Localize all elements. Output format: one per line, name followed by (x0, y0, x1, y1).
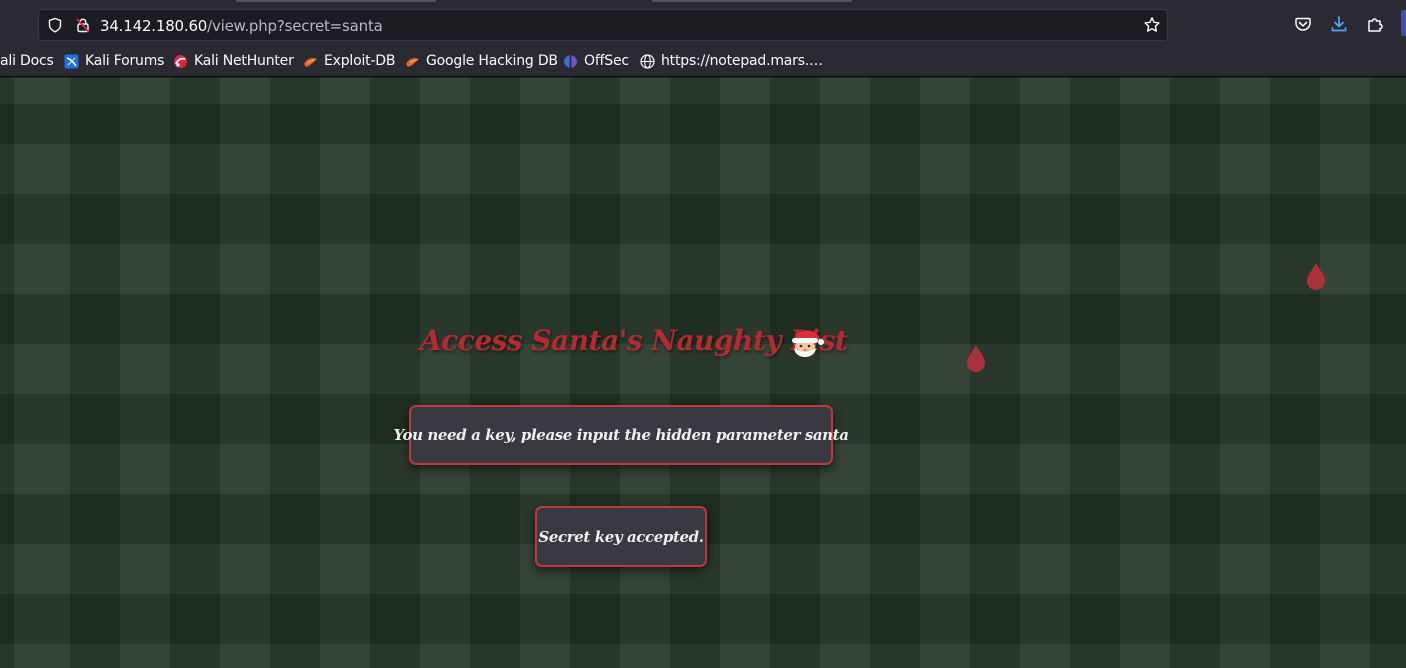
bookmark-exploit-db[interactable]: Exploit-DB (303, 52, 395, 70)
key-required-message: You need a key, please input the hidden … (393, 405, 849, 465)
bookmark-notepad-mars[interactable]: https://notepad.mars.… (640, 52, 823, 70)
key-required-text: You need a key, please input the hidden … (393, 426, 849, 444)
url-host: 34.142.180.60 (100, 17, 208, 35)
browser-toolbar: 34.142.180.60/view.php?secret=santa (0, 0, 1406, 44)
insecure-lock-icon[interactable] (75, 17, 91, 33)
bookmark-label: Kali NetHunter (194, 53, 294, 69)
bookmark-kali-docs[interactable]: ali Docs (0, 52, 54, 70)
address-bar[interactable]: 34.142.180.60/view.php?secret=santa (38, 9, 1168, 41)
falling-drop-decoration (967, 345, 985, 372)
bookmark-label: Kali Forums (85, 53, 165, 69)
bookmark-label: Google Hacking DB (426, 53, 558, 69)
bookmark-kali-forums[interactable]: Kali Forums (64, 52, 164, 70)
downloads-icon[interactable] (1330, 15, 1348, 33)
bookmark-star-icon[interactable] (1143, 16, 1161, 34)
url-text[interactable]: 34.142.180.60/view.php?secret=santa (100, 17, 383, 35)
globe-icon (640, 53, 655, 69)
tab-indicator (236, 0, 436, 2)
account-avatar-edge[interactable] (1401, 10, 1406, 36)
santa-icon (792, 330, 824, 357)
page-title: Access Santa's Naughty List (420, 324, 848, 357)
nethunter-icon (174, 54, 187, 68)
bookmark-offsec[interactable]: OffSec (563, 52, 629, 70)
key-accepted-message: Secret key accepted. (535, 506, 707, 567)
kali-forums-icon (64, 54, 79, 68)
extensions-icon[interactable] (1366, 15, 1384, 33)
ghdb-icon (406, 57, 419, 67)
pocket-icon[interactable] (1294, 15, 1312, 33)
bookmark-google-hacking-db[interactable]: Google Hacking DB (405, 52, 558, 70)
bookmark-kali-nethunter[interactable]: Kali NetHunter (173, 52, 294, 70)
bookmark-label: ali Docs (0, 53, 54, 69)
bookmark-label: Exploit-DB (324, 53, 396, 69)
offsec-icon (564, 54, 577, 68)
bookmark-label: https://notepad.mars.… (661, 53, 823, 69)
exploit-db-icon (304, 57, 317, 67)
tab-indicator (652, 0, 852, 2)
url-path: /view.php?secret=santa (207, 17, 383, 35)
falling-drop-decoration (1307, 263, 1325, 290)
page-background: Access Santa's Naughty List You need a k… (0, 78, 1406, 668)
bookmark-label: OffSec (584, 53, 629, 69)
key-accepted-text: Secret key accepted. (538, 527, 704, 546)
tracking-protection-shield-icon[interactable] (47, 17, 63, 33)
bookmarks-toolbar: ali Docs Kali Forums Kali NetHunter Expl… (0, 44, 1406, 77)
